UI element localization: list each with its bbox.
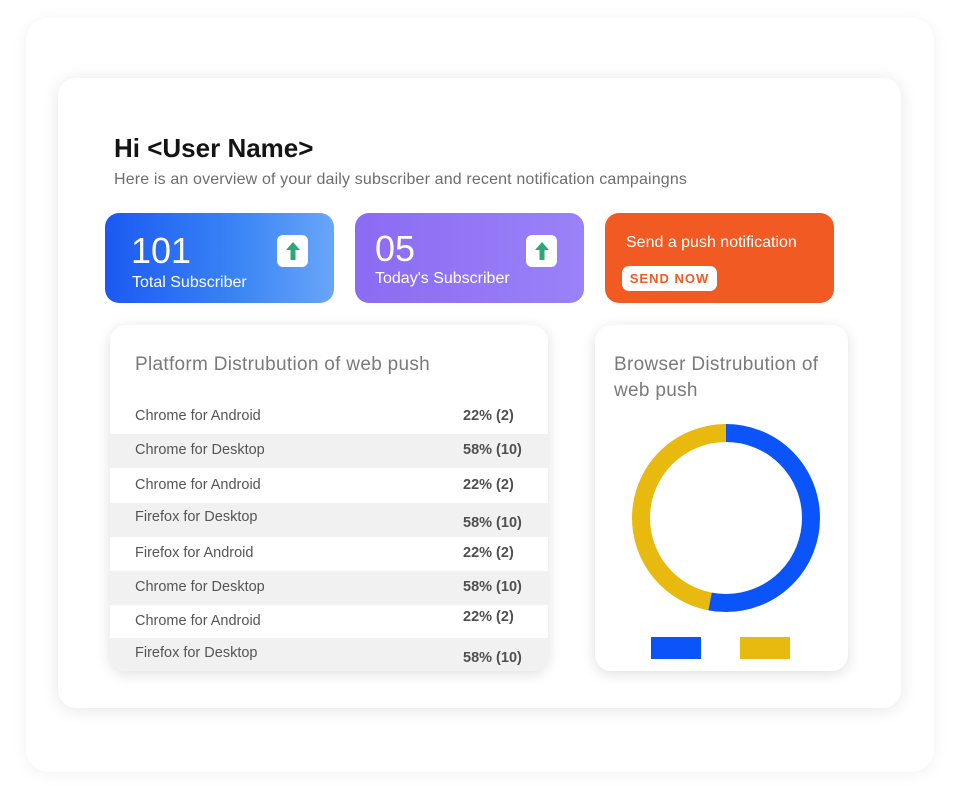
platform-name: Firefox for Android (135, 545, 254, 561)
arrow-up-icon (526, 235, 557, 267)
push-notification-card: Send a push notification SEND NOW (605, 213, 834, 303)
platform-row: Firefox for Desktop 58% (10) (110, 503, 548, 537)
platform-value: 58% (10) (463, 579, 522, 595)
arrow-up-icon (277, 235, 308, 267)
platform-row: Chrome for Desktop 58% (10) (110, 571, 548, 605)
platform-row: Firefox for Android 22% (2) (110, 537, 548, 571)
push-notification-text: Send a push notification (626, 234, 797, 251)
legend-swatch-yellow (740, 637, 790, 659)
platform-value: 58% (10) (463, 515, 522, 531)
browser-donut-chart (632, 424, 820, 612)
today-subscriber-card[interactable]: 05 Today's Subscriber (355, 213, 584, 303)
today-subscriber-label: Today's Subscriber (375, 270, 510, 287)
platform-value: 22% (2) (463, 609, 514, 625)
platform-row: Firefox for Desktop 58% (10) (110, 638, 548, 671)
platform-value: 22% (2) (463, 477, 514, 493)
total-subscriber-value: 101 (131, 230, 192, 271)
platform-name: Chrome for Android (135, 613, 261, 629)
platform-name: Firefox for Desktop (135, 509, 258, 525)
platform-name: Firefox for Desktop (135, 645, 258, 661)
greeting-title: Hi <User Name> (114, 133, 314, 163)
platform-distribution-panel: Platform Distrubution of web push Chrome… (110, 325, 548, 671)
platform-name: Chrome for Android (135, 477, 261, 493)
platform-name: Chrome for Desktop (135, 442, 265, 458)
legend-swatch-blue (651, 637, 701, 659)
browser-panel-title: Browser Distrubution of web push (614, 354, 819, 401)
total-subscriber-label: Total Subscriber (132, 274, 247, 291)
platform-value: 58% (10) (463, 442, 522, 458)
platform-panel-title: Platform Distrubution of web push (135, 354, 431, 375)
platform-row: Chrome for Android 22% (2) (110, 605, 548, 639)
total-subscriber-card[interactable]: 101 Total Subscriber (105, 213, 334, 303)
today-subscriber-value: 05 (375, 228, 416, 269)
platform-value: 58% (10) (463, 650, 522, 666)
platform-name: Chrome for Desktop (135, 579, 265, 595)
platform-name: Chrome for Android (135, 408, 261, 424)
overview-subtitle: Here is an overview of your daily subscr… (114, 171, 688, 188)
platform-value: 22% (2) (463, 545, 514, 561)
platform-row: Chrome for Android 22% (2) (110, 469, 548, 503)
platform-value: 22% (2) (463, 408, 514, 424)
platform-row: Chrome for Desktop 58% (10) (110, 434, 548, 468)
platform-row: Chrome for Android 22% (2) (110, 400, 548, 434)
send-now-button[interactable]: SEND NOW (622, 266, 717, 291)
